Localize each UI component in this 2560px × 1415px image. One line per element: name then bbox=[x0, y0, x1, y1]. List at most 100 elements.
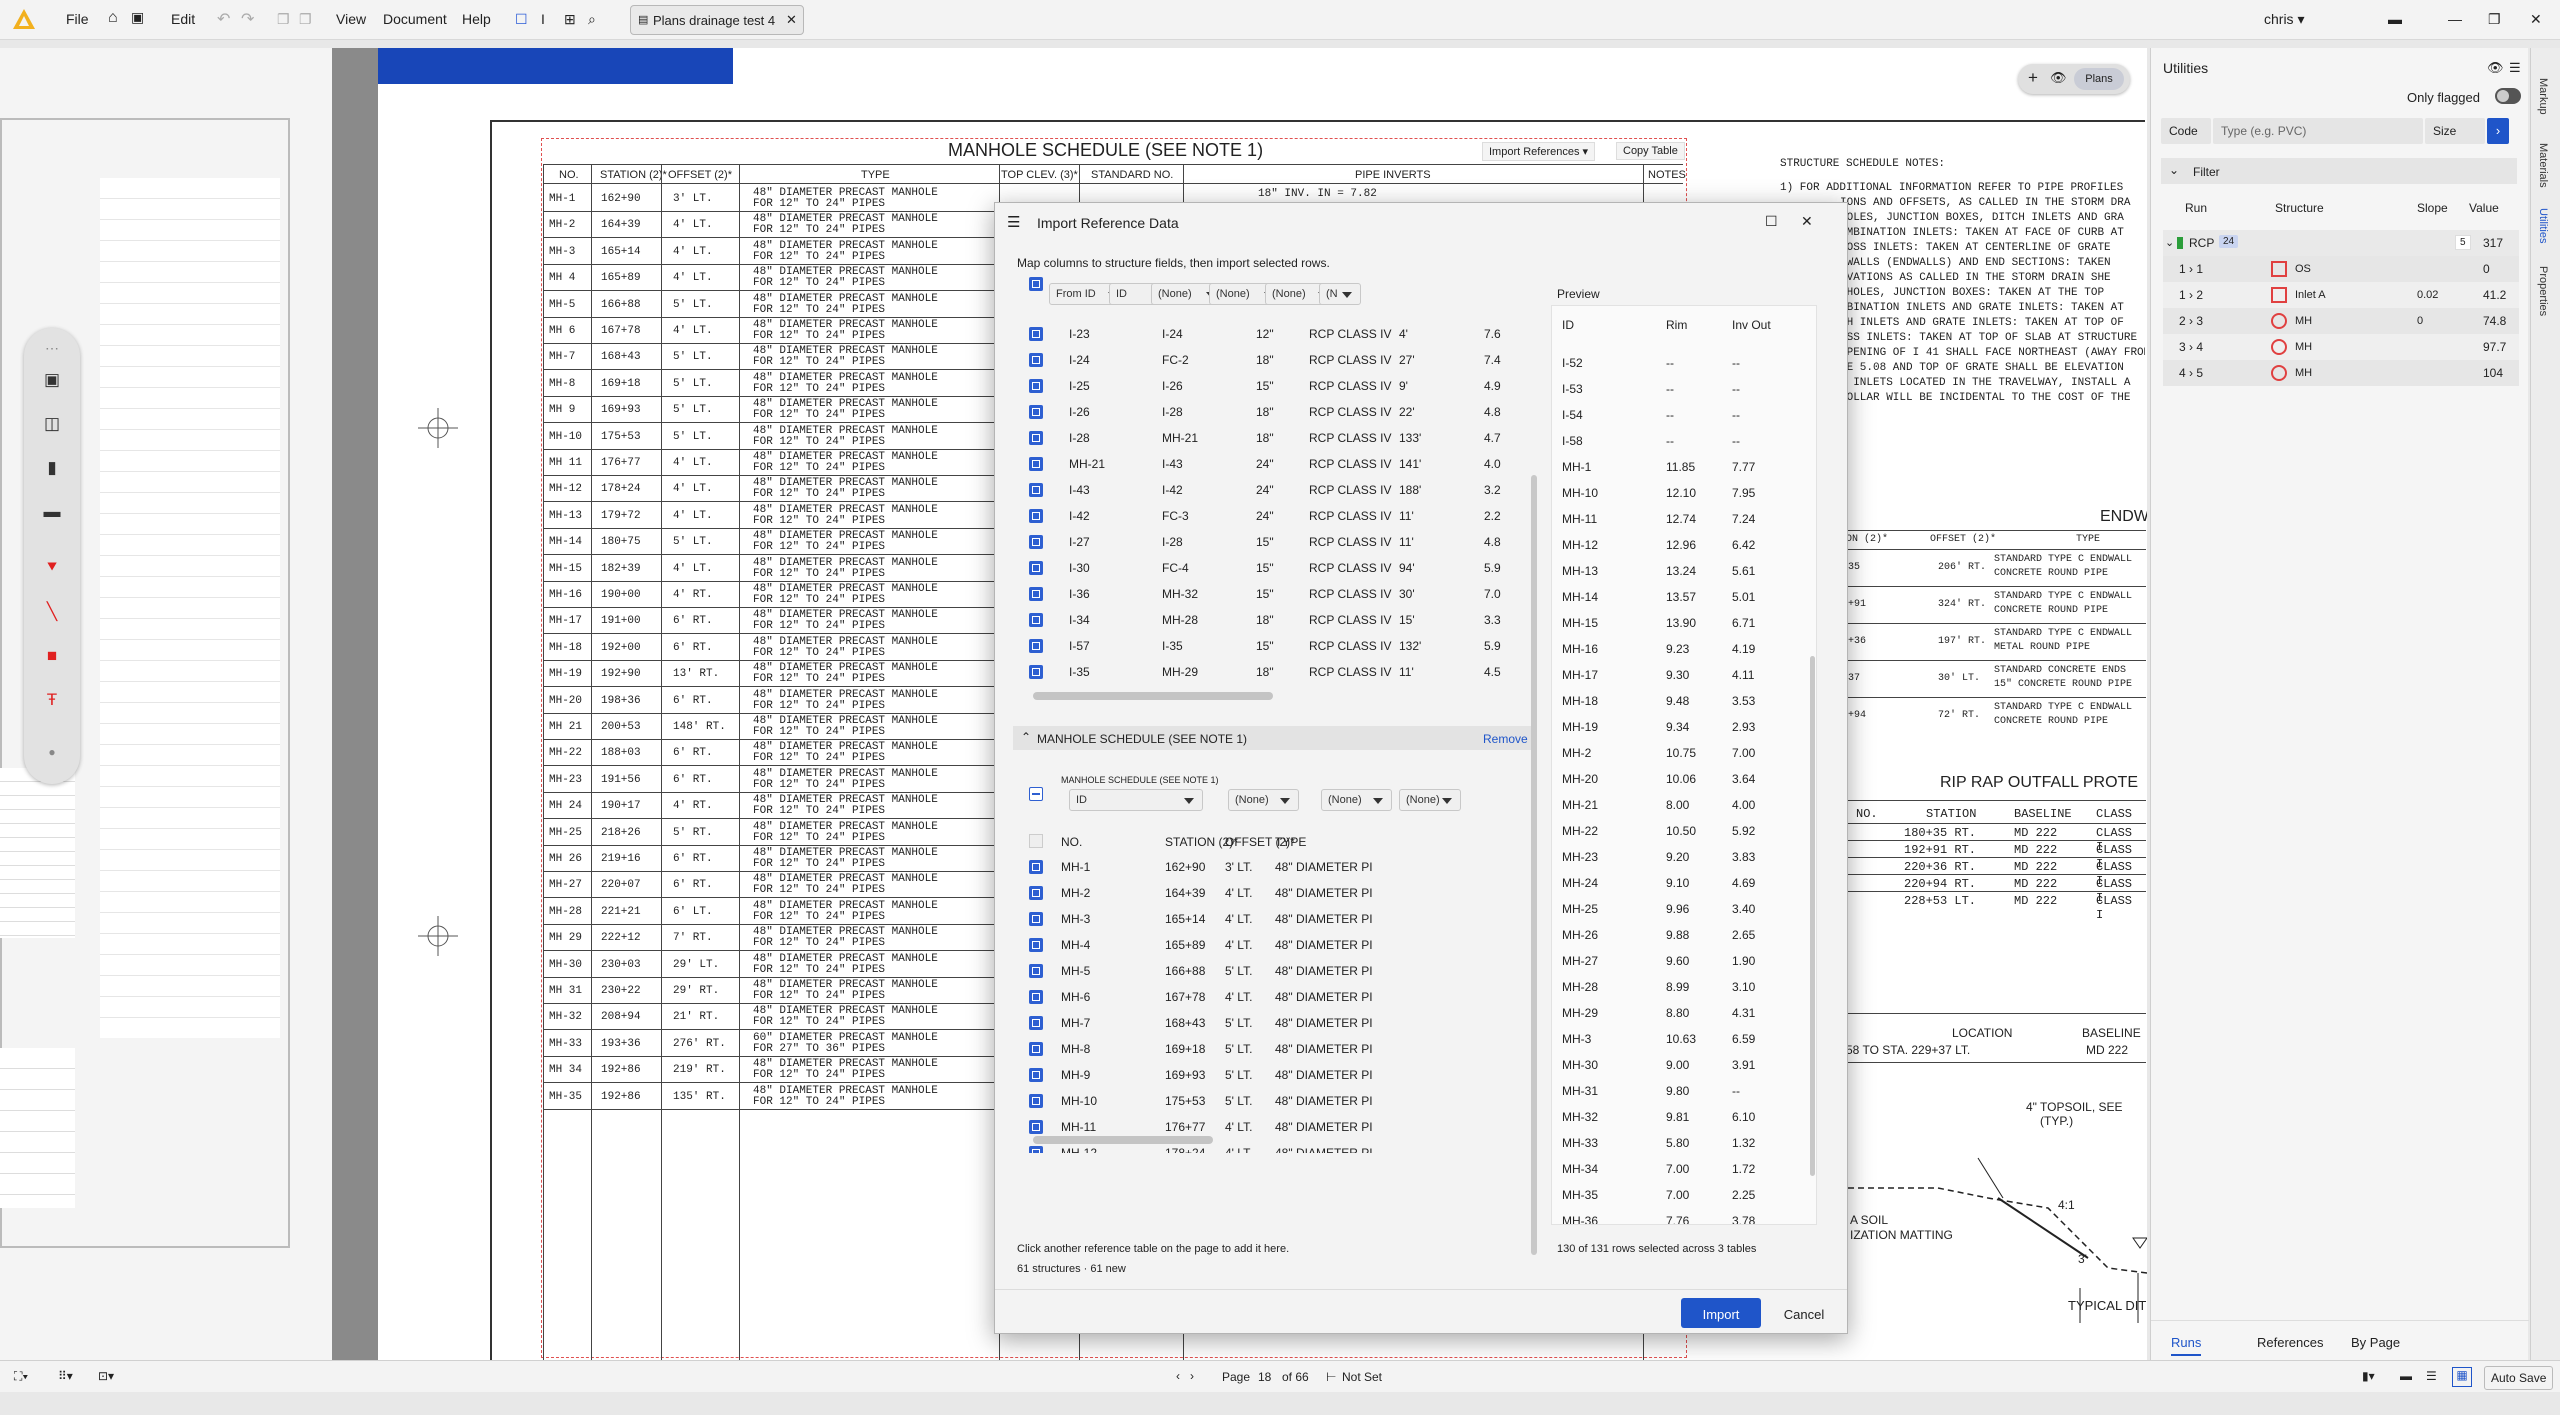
t2-column-map-select[interactable]: (None) bbox=[1228, 789, 1299, 811]
panel-menu-icon[interactable]: ☰ bbox=[2509, 60, 2521, 76]
maximize-icon[interactable]: ☐ bbox=[1765, 213, 1778, 230]
collapse-icon[interactable]: ⌃ bbox=[1021, 730, 1031, 744]
bookmark-icon[interactable]: ▮▾ bbox=[2362, 1369, 2375, 1383]
import-references-button[interactable]: Import References ▾ bbox=[1482, 142, 1596, 161]
row-checkbox[interactable] bbox=[1029, 431, 1043, 445]
eye-icon[interactable]: 👁 bbox=[2050, 70, 2067, 86]
select-tool-icon[interactable]: ☐ bbox=[515, 11, 528, 28]
t2-table-row[interactable]: MH-5 166+88 5' LT. 48" DIAMETER PI bbox=[1013, 958, 1533, 984]
reference-table-1[interactable]: From ID ID (None) (None) (None) (N I-23 I-24 12… bbox=[1013, 275, 1533, 711]
t2-table-row[interactable]: MH-9 169+93 5' LT. 48" DIAMETER PI bbox=[1013, 1062, 1533, 1088]
t2-table-row[interactable]: MH-4 165+89 4' LT. 48" DIAMETER PI bbox=[1013, 932, 1533, 958]
utility-run-row[interactable]: 1 › 1 OS 0 bbox=[2163, 256, 2519, 282]
more-icon[interactable]: ⋯ bbox=[40, 336, 64, 360]
tab-by-page[interactable]: By Page bbox=[2351, 1335, 2400, 1350]
side-tab-utilities[interactable]: Utilities bbox=[2537, 208, 2549, 243]
table-row[interactable]: I-57 I-35 15" RCP CLASS IV 132' 5.9 bbox=[1013, 633, 1533, 659]
utility-run-row[interactable]: 1 › 2 Inlet A 0.02 41.2 bbox=[2163, 282, 2519, 308]
t2-table-row[interactable]: MH-8 169+18 5' LT. 48" DIAMETER PI bbox=[1013, 1036, 1533, 1062]
table-row[interactable]: MH-21 I-43 24" RCP CLASS IV 141' 4.0 bbox=[1013, 451, 1533, 477]
undo-icon[interactable]: ↶ bbox=[217, 9, 230, 29]
menu-edit[interactable]: Edit bbox=[171, 11, 195, 27]
table-row[interactable]: I-27 I-28 15" RCP CLASS IV 11' 4.8 bbox=[1013, 529, 1533, 555]
row-checkbox[interactable] bbox=[1029, 353, 1043, 367]
table-row[interactable]: I-24 FC-2 18" RCP CLASS IV 27' 7.4 bbox=[1013, 347, 1533, 373]
row-checkbox[interactable] bbox=[1029, 665, 1043, 679]
row-checkbox[interactable] bbox=[1029, 587, 1043, 601]
row-checkbox[interactable] bbox=[1029, 405, 1043, 419]
utility-run-row[interactable]: 4 › 5 MH 104 bbox=[2163, 360, 2519, 386]
horizontal-scrollbar[interactable] bbox=[1033, 692, 1273, 700]
cancel-button[interactable]: Cancel bbox=[1771, 1298, 1837, 1328]
import-button[interactable]: Import bbox=[1681, 1298, 1761, 1328]
row-checkbox[interactable] bbox=[1029, 886, 1043, 900]
redo-icon[interactable]: ↷ bbox=[241, 9, 254, 29]
auto-save-toggle[interactable]: Auto Save bbox=[2484, 1366, 2554, 1390]
prev-page-icon[interactable]: ‹ bbox=[1176, 1369, 1180, 1383]
plans-view-badge[interactable]: Plans bbox=[2074, 68, 2124, 90]
row-checkbox[interactable] bbox=[1029, 938, 1043, 952]
compare-tool-icon[interactable]: ◫ bbox=[40, 412, 64, 436]
measure-tool-icon[interactable]: ▮ bbox=[40, 456, 64, 480]
preview-table[interactable]: ID Rim Inv Out I-52 -- -- I-53 -- -- I-54 -- -- I… bbox=[1551, 305, 1817, 1225]
side-tab-properties[interactable]: Properties bbox=[2537, 266, 2549, 316]
menu-icon[interactable]: ☰ bbox=[1007, 213, 1020, 231]
code-field[interactable]: Code bbox=[2161, 118, 2211, 144]
table-row[interactable]: I-35 MH-29 18" RCP CLASS IV 11' 4.5 bbox=[1013, 659, 1533, 685]
visibility-icon[interactable]: 👁 bbox=[2487, 60, 2504, 76]
t2-table-row[interactable]: MH-1 162+90 3' LT. 48" DIAMETER PI bbox=[1013, 854, 1533, 880]
text-cursor-icon[interactable]: Ι bbox=[541, 11, 545, 27]
grid-icon[interactable]: ⠿▾ bbox=[58, 1369, 73, 1383]
menu-file[interactable]: File bbox=[66, 11, 89, 27]
filter-bar[interactable]: ⌄ Filter bbox=[2161, 158, 2517, 184]
close-dialog-icon[interactable]: ✕ bbox=[1801, 213, 1813, 230]
tab-runs[interactable]: Runs bbox=[2171, 1335, 2202, 1356]
comment-icon[interactable]: ▬ bbox=[2388, 11, 2402, 27]
row-checkbox[interactable] bbox=[1029, 1120, 1043, 1134]
select-all-checkbox[interactable] bbox=[1029, 277, 1043, 291]
side-tab-markup[interactable]: Markup bbox=[2537, 78, 2549, 115]
type-field[interactable]: Type (e.g. PVC) bbox=[2213, 118, 2423, 144]
next-page-icon[interactable]: › bbox=[1190, 1369, 1194, 1383]
dimension-tool-icon[interactable]: ▬ bbox=[40, 500, 64, 524]
size-field[interactable]: Size bbox=[2425, 118, 2485, 144]
table-row[interactable]: I-23 I-24 12" RCP CLASS IV 4' 7.6 bbox=[1013, 321, 1533, 347]
line-tool-icon[interactable]: ╲ bbox=[40, 600, 64, 624]
color-dot-icon[interactable]: ● bbox=[40, 740, 64, 764]
row-checkbox[interactable] bbox=[1029, 483, 1043, 497]
layout-icon[interactable]: ⊡▾ bbox=[98, 1369, 114, 1383]
home-icon[interactable]: ⌂ bbox=[108, 9, 118, 27]
table-row[interactable]: I-26 I-28 18" RCP CLASS IV 22' 4.8 bbox=[1013, 399, 1533, 425]
close-tab-icon[interactable]: ✕ bbox=[786, 12, 797, 28]
row-checkbox[interactable] bbox=[1029, 457, 1043, 471]
page-number[interactable]: 18 bbox=[1258, 1370, 1271, 1384]
paste-icon[interactable]: ❐ bbox=[299, 11, 312, 28]
rectangle-tool-icon[interactable]: ■ bbox=[40, 644, 64, 668]
restore-icon[interactable]: ❐ bbox=[2488, 11, 2501, 28]
t2-table-row[interactable]: MH-10 175+53 5' LT. 48" DIAMETER PI bbox=[1013, 1088, 1533, 1114]
t2-table-row[interactable]: MH-6 167+78 4' LT. 48" DIAMETER PI bbox=[1013, 984, 1533, 1010]
tab-references[interactable]: References bbox=[2257, 1335, 2323, 1350]
row-checkbox[interactable] bbox=[1029, 1016, 1043, 1030]
menu-document[interactable]: Document bbox=[383, 11, 447, 27]
t2-column-map-select[interactable]: ID bbox=[1069, 789, 1203, 811]
markup-tool-icon[interactable]: ⯆ bbox=[40, 556, 64, 580]
table-row[interactable]: I-28 MH-21 18" RCP CLASS IV 133' 4.7 bbox=[1013, 425, 1533, 451]
continuous-icon[interactable]: ☰ bbox=[2426, 1369, 2437, 1383]
t2-column-map-select[interactable]: (None) bbox=[1399, 789, 1461, 811]
row-checkbox[interactable] bbox=[1029, 327, 1043, 341]
add-icon[interactable]: + bbox=[2028, 68, 2038, 88]
t2-table-row[interactable]: MH-7 168+43 5' LT. 48" DIAMETER PI bbox=[1013, 1010, 1533, 1036]
utility-run-row[interactable]: 2 › 3 MH 0 74.8 bbox=[2163, 308, 2519, 334]
scale-value[interactable]: Not Set bbox=[1342, 1370, 1382, 1384]
menu-view[interactable]: View bbox=[336, 11, 366, 27]
utility-run-row[interactable]: 3 › 4 MH 97.7 bbox=[2163, 334, 2519, 360]
close-window-icon[interactable]: ✕ bbox=[2530, 11, 2542, 28]
row-checkbox[interactable] bbox=[1029, 509, 1043, 523]
fit-icon[interactable]: ⛶▾ bbox=[14, 1369, 28, 1384]
user-menu[interactable]: chris ▾ bbox=[2264, 11, 2304, 28]
menu-help[interactable]: Help bbox=[462, 11, 491, 27]
column-map-select[interactable]: (N bbox=[1319, 283, 1361, 305]
only-flagged-toggle[interactable] bbox=[2495, 88, 2521, 104]
reference-table-2[interactable]: MANHOLE SCHEDULE (SEE NOTE 1) ID (None) (N… bbox=[1013, 753, 1533, 1153]
